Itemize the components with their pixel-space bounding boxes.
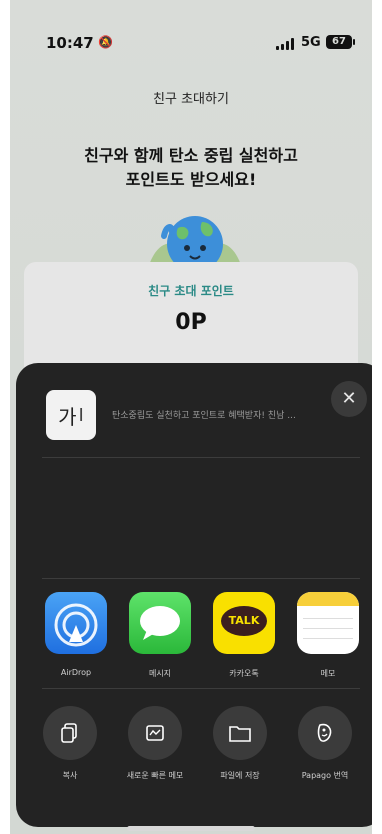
quick-note-icon <box>128 706 182 760</box>
headline-line-1: 친구와 함께 탄소 중립 실천하고 <box>84 146 298 165</box>
share-app-messages[interactable]: 메시지 <box>128 592 192 679</box>
copy-icon <box>43 706 97 760</box>
silent-bell-icon: 🔕 <box>98 35 113 49</box>
airdrop-icon <box>45 592 107 654</box>
share-app-label: 메시지 <box>148 669 172 678</box>
share-app-label: 카카오톡 <box>229 669 259 678</box>
action-label: Papago 번역 <box>301 771 349 780</box>
share-app-notes[interactable]: 메모 <box>296 592 360 679</box>
action-quick-note[interactable]: 새로운 빠른 메모 <box>120 706 190 781</box>
share-app-label: AirDrop <box>60 668 92 677</box>
share-preview-thumbnail: 가I <box>46 390 96 440</box>
app-screen: 10:47 🔕 5G 67 친구 초대하기 친구와 함께 탄소 중립 실천하고 … <box>10 0 372 834</box>
share-app-label: 메모 <box>320 669 336 678</box>
folder-icon <box>213 706 267 760</box>
status-time: 10:47 <box>46 34 94 52</box>
headline: 친구와 함께 탄소 중립 실천하고 포인트도 받으세요! <box>10 144 372 192</box>
divider <box>42 457 360 458</box>
signal-icon <box>276 38 296 50</box>
home-indicator[interactable] <box>127 826 255 831</box>
kakaotalk-bubble: TALK <box>221 606 267 636</box>
page-title: 친구 초대하기 <box>153 92 229 107</box>
messages-icon <box>129 592 191 654</box>
headline-line-2: 포인트도 받으세요! <box>125 170 257 189</box>
text-cursor-icon: I <box>78 404 84 426</box>
action-papago-translate[interactable]: Papago 번역 <box>290 706 360 781</box>
share-preview-text: 탄소중립도 실천하고 포인트로 혜택받자! 친남 ... <box>112 411 296 421</box>
invite-points-value: 0P <box>175 310 207 335</box>
notes-icon <box>297 592 359 654</box>
action-copy[interactable]: 복사 <box>35 706 105 781</box>
thumbnail-text: 가 <box>58 404 77 429</box>
invite-points-label: 친구 초대 포인트 <box>148 284 234 298</box>
share-sheet: 가I 탄소중립도 실천하고 포인트로 혜택받자! 친남 ... ✕ AirDro… <box>16 363 372 827</box>
action-label: 복사 <box>62 771 78 780</box>
share-app-airdrop[interactable]: AirDrop <box>44 592 108 677</box>
action-label: 새로운 빠른 메모 <box>126 771 184 780</box>
battery-icon: 67 <box>326 35 355 49</box>
close-button[interactable]: ✕ <box>331 381 367 417</box>
divider <box>42 688 360 689</box>
status-bar: 10:47 🔕 5G 67 <box>10 34 372 56</box>
action-label: 파일에 저장 <box>220 771 260 780</box>
action-save-to-files[interactable]: 파일에 저장 <box>205 706 275 781</box>
divider <box>42 578 360 579</box>
kakaotalk-icon: TALK <box>213 592 275 654</box>
network-type: 5G <box>301 35 321 50</box>
share-app-kakaotalk[interactable]: TALK 카카오톡 <box>212 592 276 679</box>
papago-icon <box>298 706 352 760</box>
